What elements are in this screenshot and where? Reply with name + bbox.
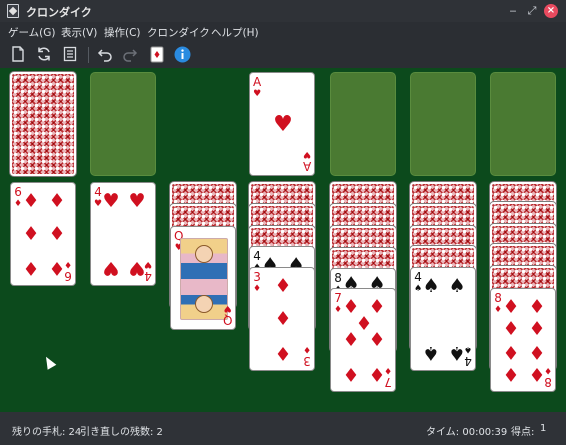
restart-icon[interactable]	[35, 46, 53, 64]
maximize-icon[interactable]: ⤢	[525, 4, 539, 18]
minimize-icon[interactable]: ‒	[506, 4, 520, 18]
tableau-card-col6[interactable]: 4 ♠ ♠ ♠ ♠ ♠ 4 ♠	[410, 267, 476, 371]
diamond-icon: ♦	[502, 341, 520, 363]
diamond-icon: ♦	[528, 318, 546, 340]
heart-icon: ♥	[273, 112, 293, 137]
spade-icon: ♠	[422, 342, 440, 364]
waste-slot[interactable]	[90, 72, 156, 176]
game-table: A ♥ ♥ A ♥ 6 ♦ ♦ ♦ ♦ ♦ ♦ ♦ 6 ♦ 4 ♥ ♥ ♥ ♥ ♥ 4 ♥ …	[0, 68, 566, 412]
heart-icon: ♥	[128, 190, 146, 212]
diamond-icon: ♦	[502, 296, 520, 318]
foundation-slot-4[interactable]	[490, 72, 556, 176]
menu-bar: ゲーム(G) 表示(V) 操作(C) クロンダイク ヘルプ(H)	[0, 22, 566, 41]
window-title: クロンダイク	[26, 6, 92, 19]
elapsed-time: タイム: 00:00:39	[426, 427, 508, 438]
info-icon[interactable]	[173, 46, 191, 64]
toolbar	[0, 41, 566, 68]
tableau-card-col2[interactable]: 4 ♥ ♥ ♥ ♥ ♥ 4 ♥	[90, 182, 156, 286]
menu-help[interactable]: ヘルプ(H)	[211, 25, 259, 40]
diamond-icon: ♦	[274, 342, 292, 364]
hint-icon[interactable]	[148, 46, 166, 64]
diamond-icon: ♦	[342, 329, 360, 351]
foundation-slot-2[interactable]	[330, 72, 396, 176]
redeals-remaining: 引き直しの残数: 2	[80, 427, 163, 438]
mouse-cursor-icon	[41, 354, 57, 370]
tableau-card-col7[interactable]: 8 ♦ ♦ ♦ ♦ ♦ ♦ ♦ ♦ ♦ 8 ♦	[490, 288, 556, 392]
diamond-icon: ♦	[502, 363, 520, 385]
new-game-icon[interactable]	[9, 46, 27, 64]
diamond-icon: ♦	[528, 296, 546, 318]
spade-icon: ♠	[422, 275, 440, 297]
close-icon[interactable]: ×	[544, 4, 558, 18]
diamond-icon: ♦	[48, 223, 66, 245]
tableau-card-col3[interactable]: Q ♥ Q ♥	[170, 226, 236, 330]
title-bar: クロンダイク ‒ ⤢ ×	[0, 0, 566, 22]
diamond-icon: ♦	[528, 341, 546, 363]
diamond-icon: ♦	[274, 275, 292, 297]
diamond-icon: ♦	[502, 318, 520, 340]
foundation-ace-of-hearts[interactable]: A ♥ ♥ A ♥	[249, 72, 315, 176]
heart-icon: ♥	[102, 257, 120, 279]
stock-pile[interactable]	[10, 72, 76, 176]
status-bar: 残りの手札: 24 引き直しの残数: 2 タイム: 00:00:39 得点: 1	[0, 412, 566, 445]
spade-icon: ♠	[448, 275, 466, 297]
tableau-card-col4[interactable]: 3 ♦ ♦ ♦ ♦ 3 ♦	[249, 267, 315, 371]
menu-actions[interactable]: 操作(C)	[104, 25, 141, 40]
menu-klondike[interactable]: クロンダイク	[147, 25, 210, 40]
diamond-icon: ♦	[368, 329, 386, 351]
redo-icon[interactable]	[121, 46, 139, 64]
diamond-icon: ♦	[342, 363, 360, 385]
foundation-slot-3[interactable]	[410, 72, 476, 176]
undo-icon[interactable]	[96, 46, 114, 64]
score-label: 得点:	[511, 427, 535, 438]
diamond-icon: ♦	[22, 257, 40, 279]
heart-icon: ♥	[102, 190, 120, 212]
queen-portrait-icon	[180, 238, 228, 320]
diamond-icon: ♦	[22, 223, 40, 245]
menu-view[interactable]: 表示(V)	[61, 25, 97, 40]
tableau-card-col5[interactable]: 7 ♦ ♦ ♦ ♦ ♦ ♦ ♦ ♦ 7 ♦	[330, 288, 396, 392]
tableau-card-col1[interactable]: 6 ♦ ♦ ♦ ♦ ♦ ♦ ♦ 6 ♦	[10, 182, 76, 286]
menu-game[interactable]: ゲーム(G)	[8, 25, 56, 40]
remaining-cards-count: 残りの手札: 24	[12, 427, 82, 438]
statistics-icon[interactable]	[61, 46, 79, 64]
diamond-icon: ♦	[22, 190, 40, 212]
diamond-icon: ♦	[48, 190, 66, 212]
toolbar-separator	[88, 47, 89, 63]
app-icon	[7, 4, 19, 18]
diamond-icon: ♦	[274, 308, 292, 330]
score-value: 1	[540, 423, 547, 434]
